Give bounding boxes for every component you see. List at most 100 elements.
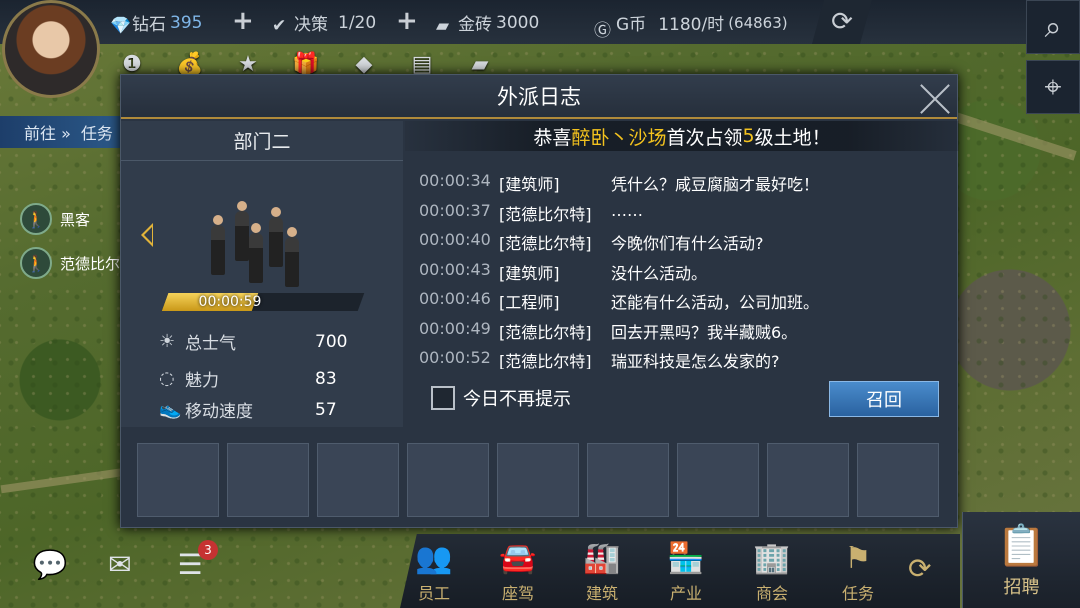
log-entry: 00:00:40 [范德比尔特] 今晚你们有什么活动? xyxy=(419,230,764,253)
stat-value: 57 xyxy=(315,399,337,420)
gcoin-resource: Ⓖ G币 1180/时 (64863) xyxy=(594,10,788,41)
item-slots xyxy=(137,443,939,517)
mission-timer: 00:00:59 xyxy=(198,294,262,310)
log-entry: 00:00:43 [建筑师] 没什么活动。 xyxy=(419,260,708,283)
agent-name: 范德比尔 xyxy=(60,254,121,273)
gcoin-label: G币 xyxy=(616,15,647,35)
search-button[interactable]: ⌕ xyxy=(1026,0,1080,54)
nav-label: 任务 xyxy=(841,584,874,603)
recruit-label: 招聘 xyxy=(1003,576,1040,598)
log-entry: 00:00:52 [范德比尔特] 瑞亚科技是怎么发家的? xyxy=(419,348,780,369)
checkbox-label: 今日不再提示 xyxy=(463,389,571,410)
nav-label: 座驾 xyxy=(501,584,534,603)
stat-value: 700 xyxy=(315,331,348,352)
nav-label: 员工 xyxy=(417,584,450,603)
mail-button[interactable]: ✉ xyxy=(98,546,142,582)
goto-label: 前往 » xyxy=(24,124,71,143)
diamond-resource: 💎 钻石 395 xyxy=(110,10,203,36)
refresh-button[interactable]: ⟳ xyxy=(812,0,872,44)
agent-item[interactable]: 🚶 范德比尔 xyxy=(20,247,120,279)
search-icon: ⌕ xyxy=(1044,9,1062,45)
refresh-icon[interactable]: ⟳ xyxy=(908,552,931,585)
recruit-button[interactable]: 📋 招聘 xyxy=(962,512,1080,608)
item-slot[interactable] xyxy=(587,443,669,517)
walking-person-icon: 🚶 xyxy=(20,203,52,235)
lightbulb-icon: ☀ xyxy=(159,331,176,352)
diamond-value: 395 xyxy=(170,12,203,33)
task-flag-icon: ⚑ xyxy=(844,540,872,576)
gold-value: 3000 xyxy=(496,12,540,33)
charm-icon: ◌ xyxy=(159,368,175,389)
diamond-icon: 💎 xyxy=(110,15,132,36)
nav-vehicle[interactable]: 🚘 座驾 xyxy=(488,538,548,604)
gold-resource: ▰ 金砖 3000 xyxy=(436,10,540,36)
log-entry: 00:00:49 [范德比尔特] 回去开黑吗？我半藏贼6。 xyxy=(419,319,798,342)
factory-icon: 🏭 xyxy=(583,540,621,576)
decision-value: 1/20 xyxy=(338,12,377,33)
decision-resource: ✔ 决策 1/20 xyxy=(272,10,377,36)
gold-bar-icon: ▰ xyxy=(436,15,450,36)
nav-chamber[interactable]: 🏢 商会 xyxy=(742,538,802,604)
department-name: 部门二 xyxy=(121,121,403,161)
stat-morale: ☀ 总士气 700 xyxy=(159,329,347,354)
dont-show-today-option[interactable]: 今日不再提示 xyxy=(431,385,571,411)
nav-label: 建筑 xyxy=(585,584,618,603)
checkmark-icon: ✔ xyxy=(272,15,287,36)
stat-label: 魅力 xyxy=(185,371,219,391)
item-slot[interactable] xyxy=(227,443,309,517)
stat-charm: ◌ 魅力 83 xyxy=(159,366,337,391)
refresh-icon: ⟳ xyxy=(831,7,853,37)
map-pin-icon: ⌖ xyxy=(1044,69,1062,105)
previous-department-arrow[interactable] xyxy=(141,223,153,247)
top-resource-bar: 💎 钻石 395 + ✔ 决策 1/20 + ▰ 金砖 3000 Ⓖ G币 11… xyxy=(0,0,1080,44)
bottom-left-tools: 💬 ✉ ☰ 3 xyxy=(28,540,218,582)
task-label: 任务 xyxy=(80,124,113,143)
add-decision-button[interactable]: + xyxy=(396,6,418,36)
chat-button[interactable]: 💬 xyxy=(28,546,72,582)
add-diamond-button[interactable]: + xyxy=(232,6,254,36)
item-slot[interactable] xyxy=(857,443,939,517)
dispatch-log-list[interactable]: 00:00:34 [建筑师] 凭什么？咸豆腐脑才最好吃！ 00:00:37 [范德比尔… xyxy=(405,121,959,369)
stat-label: 总士气 xyxy=(185,334,236,354)
department-panel: 部门二 00:00:59 ☀ 总士气 700 ◌ 魅力 83 👟 移动速度 57 xyxy=(121,121,403,427)
office-building-icon: 🏢 xyxy=(753,540,791,576)
envelope-icon: ✉ xyxy=(108,547,132,581)
nav-employees[interactable]: 👥 员工 xyxy=(404,538,464,604)
gcoin-total: (64863) xyxy=(728,13,788,32)
shop-icon: 🏪 xyxy=(667,540,705,576)
gcoin-rate: 1180/时 xyxy=(658,15,725,35)
nav-tasks[interactable]: ⚑ 任务 xyxy=(828,538,888,604)
item-slot[interactable] xyxy=(677,443,759,517)
stat-label: 移动速度 xyxy=(185,402,253,422)
walking-person-icon: 🚶 xyxy=(20,247,52,279)
agent-item[interactable]: 🚶 黑客 xyxy=(20,203,90,235)
decision-label: 决策 xyxy=(294,15,328,35)
item-slot[interactable] xyxy=(497,443,579,517)
item-slot[interactable] xyxy=(137,443,219,517)
dont-show-checkbox[interactable] xyxy=(431,386,455,410)
item-slot[interactable] xyxy=(317,443,399,517)
recall-button[interactable]: 召回 xyxy=(829,381,939,417)
location-button[interactable]: ⌖ xyxy=(1026,60,1080,114)
g-coin-icon: Ⓖ xyxy=(594,20,611,41)
nav-industry[interactable]: 🏪 产业 xyxy=(656,538,716,604)
player-avatar[interactable] xyxy=(2,0,100,98)
log-entry: 00:00:37 [范德比尔特]…… xyxy=(419,201,643,224)
notification-badge: 3 xyxy=(198,540,218,560)
item-slot[interactable] xyxy=(407,443,489,517)
close-icon[interactable] xyxy=(917,81,953,117)
goto-task-button[interactable]: 前往 » 任务 xyxy=(0,116,126,148)
dialog-title: 外派日志 xyxy=(121,75,957,119)
team-figures xyxy=(201,199,311,289)
agent-name: 黑客 xyxy=(60,210,91,229)
stat-value: 83 xyxy=(315,368,337,389)
nav-building[interactable]: 🏭 建筑 xyxy=(572,538,632,604)
car-icon: 🚘 xyxy=(499,540,537,576)
list-button[interactable]: ☰ 3 xyxy=(168,540,218,582)
log-entry: 00:00:34 [建筑师] 凭什么？咸豆腐脑才最好吃！ xyxy=(419,171,820,194)
shoe-icon: 👟 xyxy=(159,399,182,420)
item-slot[interactable] xyxy=(767,443,849,517)
log-entry: 00:00:46 [工程师] 还能有什么活动，公司加班。 xyxy=(419,289,820,312)
chat-bubble-icon: 💬 xyxy=(32,547,68,581)
document-icon: 📋 xyxy=(996,522,1047,569)
